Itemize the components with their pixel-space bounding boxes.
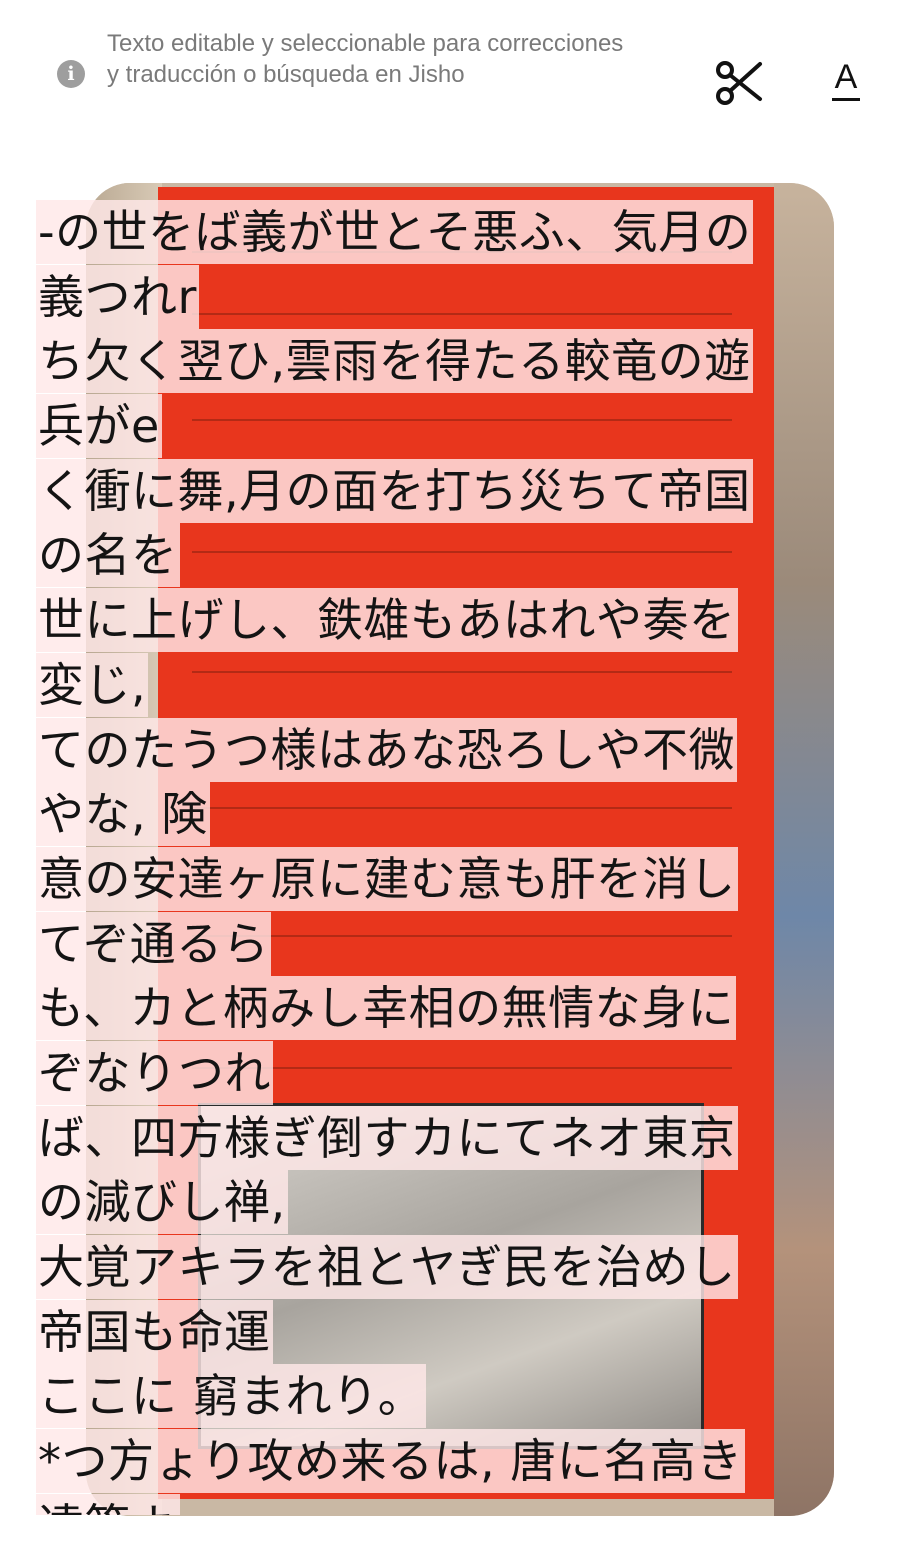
ocr-text-line[interactable]: -の世をば義が世とそ悪ふ、気月の [36,200,856,265]
ocr-text-segment[interactable]: ち欠く翌ひ,雲雨を得たる較竜の遊 [36,329,753,394]
info-icon: i [57,60,85,88]
ocr-text-line[interactable]: 帝国も命運 [36,1299,856,1365]
ocr-text-segment[interactable]: 帝国も命運 [36,1299,273,1364]
ocr-text-segment[interactable]: てのたうつ様はあな恐ろしや不微 [36,717,738,782]
ocr-text-line[interactable]: ち欠く翌ひ,雲雨を得たる較竜の遊 [36,329,856,394]
ocr-text-segment[interactable]: 変じ, [36,652,149,717]
ocr-text-line[interactable]: 兵がe [36,394,856,459]
ocr-text-segment[interactable]: 兵がe [36,394,162,459]
ocr-text-segment[interactable]: 大覚アキラを祖とヤぎ民を治めし [36,1235,738,1299]
ocr-text-segment[interactable]: ば、四方様ぎ倒すカにてネオ東京 [36,1105,738,1170]
ocr-text-line[interactable]: やな, 険 [36,782,856,847]
ocr-text-segment[interactable]: の名を [36,523,180,588]
font-size-underline [832,98,860,101]
ocr-text-line[interactable]: ここに 窮まれり。 [36,1364,856,1429]
ocr-text-segment[interactable]: く衝に舞,月の面を打ち災ちて帝国 [36,458,753,523]
ocr-text-segment[interactable]: 達策よ [36,1493,180,1515]
ocr-text-segment[interactable]: 義つれr [36,264,199,329]
ocr-text-line[interactable]: も、カと柄みし幸相の無情な身に [36,976,856,1041]
ocr-text-line[interactable]: ば、四方様ぎ倒すカにてネオ東京 [36,1105,856,1171]
ocr-text-line[interactable]: く衝に舞,月の面を打ち災ちて帝国 [36,458,856,524]
ocr-text-line[interactable]: てぞ通るら [36,911,856,977]
ocr-text-segment[interactable]: ここに 窮まれり。 [36,1364,427,1429]
ocr-text-line[interactable]: 変じ, [36,652,856,718]
ocr-text-line[interactable]: 世に上げし、鉄雄もあはれや奏を [36,588,856,653]
font-size-button[interactable]: A [822,56,870,110]
ocr-text-line[interactable]: ぞなりつれ [36,1040,856,1106]
ocr-text-segment[interactable]: 世に上げし、鉄雄もあはれや奏を [36,588,738,653]
ocr-text-line[interactable]: の減びし禅, [36,1170,856,1235]
ocr-text-segment[interactable]: も、カと柄みし幸相の無情な身に [36,976,737,1041]
ocr-text-line[interactable]: 達策よ [36,1493,856,1515]
ocr-text-line[interactable]: *つ方ょり攻め来るは, 唐に名高き [36,1429,856,1494]
ocr-text-line[interactable]: 大覚アキラを祖とヤぎ民を治めし [36,1235,856,1300]
info-text: Texto editable y seleccionable para corr… [107,30,624,88]
ocr-text-line[interactable]: てのたうつ様はあな恐ろしや不微 [36,717,856,783]
font-size-icon: A [834,58,858,96]
ocr-text-line[interactable]: の名を [36,523,856,588]
ocr-text-segment[interactable]: ぞなりつれ [36,1040,273,1105]
ocr-text-area[interactable]: -の世をば義が世とそ悪ふ、気月の 義つれr ち欠く翌ひ,雲雨を得たる較竜の遊 兵がe く… [36,200,856,1515]
scissors-button[interactable] [712,56,766,110]
ocr-text-segment[interactable]: の減びし禅, [36,1170,288,1235]
ocr-text-line[interactable]: 義つれr [36,264,856,330]
scissors-icon [716,61,762,105]
ocr-text-line[interactable]: 意の安達ヶ原に建む意も肝を消し [36,846,856,912]
ocr-text-segment[interactable]: -の世をば義が世とそ悪ふ、気月の [36,200,754,264]
header-bar: i Texto editable y seleccionable para co… [0,0,917,150]
ocr-text-segment[interactable]: 意の安達ヶ原に建む意も肝を消し [36,846,738,911]
ocr-text-segment[interactable]: *つ方ょり攻め来るは, 唐に名高き [36,1429,745,1494]
ocr-text-segment[interactable]: てぞ通るら [36,911,272,976]
ocr-text-segment[interactable]: やな, 険 [36,782,210,847]
